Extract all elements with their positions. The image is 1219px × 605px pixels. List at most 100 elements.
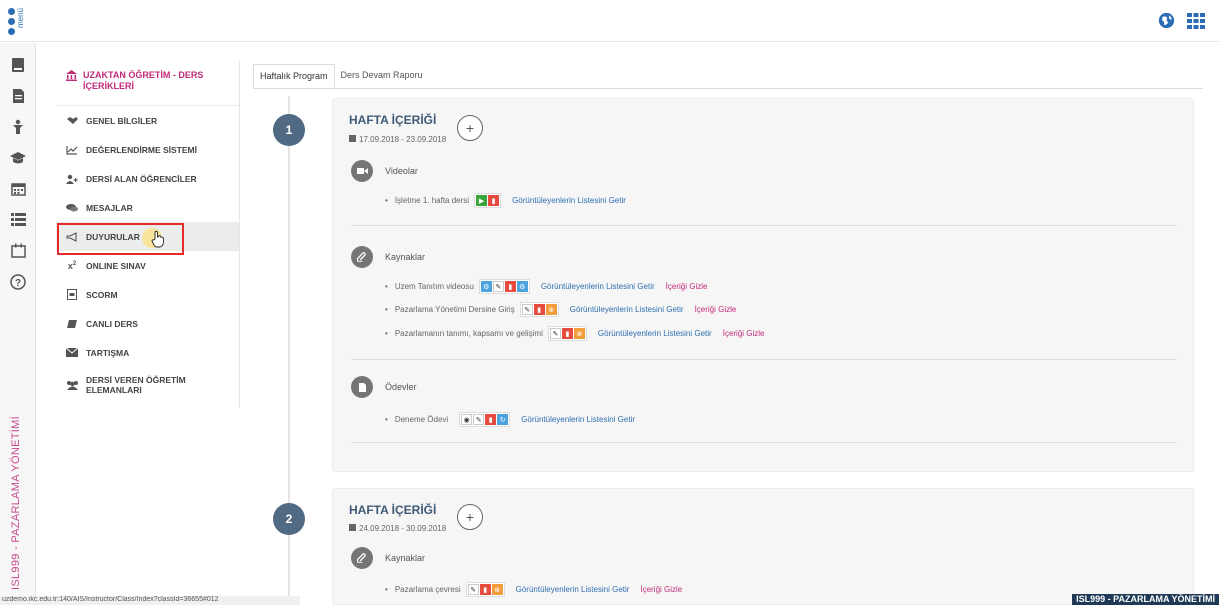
calendar-icon [349, 135, 356, 142]
week-card: HAFTA İÇERİĞİ + 17.09.2018 - 23.09.2018 … [332, 98, 1194, 472]
delete-button[interactable]: ▮ [561, 328, 573, 339]
hand-cursor-icon [142, 228, 164, 248]
menu-item-ogretim-elemanlari[interactable]: DERSİ VEREN ÖĞRETİM ELEMANLARI [56, 367, 239, 403]
section-title: Kaynaklar [385, 553, 426, 563]
menu-item-scorm[interactable]: SCORM [56, 280, 239, 309]
hide-content-link[interactable]: İçeriği Gizle [640, 585, 682, 594]
x-squared-icon: x2 [67, 260, 77, 271]
svg-text:?: ? [15, 278, 21, 289]
menu-item-label: GENEL BİLGİLER [86, 115, 158, 126]
list-item: • Pazarlamanın tanımı, kapsamı ve gelişim… [385, 326, 765, 341]
hide-content-link[interactable]: İçeriği Gizle [666, 282, 708, 291]
globe-icon[interactable] [1158, 12, 1175, 34]
upload-button[interactable]: ⊕ [491, 584, 503, 595]
view-eye-button[interactable]: ◉ [461, 414, 473, 425]
scorm-icon [66, 289, 78, 300]
list-item: • İşletme 1. hafta dersi ▶ ▮ Görüntüleyenl… [385, 193, 626, 208]
hide-content-link[interactable]: İçeriği Gizle [695, 305, 737, 314]
envelope-icon [66, 348, 78, 357]
delete-button[interactable]: ▮ [533, 304, 545, 315]
video-camera-icon [351, 160, 373, 182]
edit-button[interactable]: ✎ [492, 281, 504, 292]
edit-button[interactable]: ✎ [467, 584, 479, 595]
viewers-list-link[interactable]: Görüntüleyenlerin Listesini Getir [598, 329, 712, 338]
list-item: • Deneme Ödevi ◉ ✎ ▮ ↻ Görüntüleyenlerin Lis… [385, 412, 635, 427]
menu-item-label: TARTIŞMA [86, 347, 130, 358]
chart-line-icon [66, 145, 78, 155]
menu-item-degerlendirme[interactable]: DEĞERLENDİRME SİSTEMİ [56, 135, 239, 164]
tab-haftalik-program[interactable]: Haftalık Program [253, 64, 335, 88]
menu-item-canli-ders[interactable]: CANLI DERS [56, 309, 239, 338]
settings-button[interactable]: ⚙ [516, 281, 528, 292]
viewers-list-link[interactable]: Görüntüleyenlerin Listesini Getir [512, 196, 626, 205]
upload-button[interactable]: ⊕ [573, 328, 585, 339]
person-icon[interactable] [0, 111, 36, 142]
menu-item-online-sinav[interactable]: x2 ONLINE SINAV [56, 251, 239, 280]
course-menu-title: UZAKTAN ÖĞRETİM - DERS İÇERİKLERİ [83, 70, 204, 91]
list-item: • Pazarlama çevresi ✎ ▮ ⊕ Görüntüleyenlerin… [385, 582, 682, 597]
status-url: uzdemo.ikc.edu.tr:140/AIS/Instructor/Cla… [0, 596, 300, 605]
file-icon [351, 376, 373, 398]
menu-item-label: ONLINE SINAV [86, 260, 146, 271]
week-title: HAFTA İÇERİĞİ [349, 503, 437, 517]
settings-button[interactable]: ⚙ [480, 281, 492, 292]
list-item: • Pazarlama Yönetimi Dersine Giriş ✎ ▮ ⊕ Gö… [385, 302, 736, 317]
play-button[interactable]: ▶ [476, 195, 488, 206]
upload-button[interactable]: ⊕ [545, 304, 557, 315]
menu-item-label: CANLI DERS [86, 318, 138, 329]
book-icon[interactable] [0, 49, 36, 80]
graduation-cap-icon[interactable] [0, 142, 36, 173]
hide-content-link[interactable]: İçeriği Gizle [723, 329, 765, 338]
viewers-list-link[interactable]: Görüntüleyenlerin Listesini Getir [521, 415, 635, 424]
week-title: HAFTA İÇERİĞİ [349, 113, 437, 127]
calendar-icon [349, 524, 356, 531]
menu-item-label: MESAJLAR [86, 202, 133, 213]
menu-toggle[interactable]: menü [6, 2, 34, 38]
document-icon[interactable] [0, 80, 36, 111]
section-title: Ödevler [385, 382, 417, 392]
calendar-outline-icon[interactable] [0, 235, 36, 266]
week-date: 17.09.2018 - 23.09.2018 [349, 135, 446, 144]
delete-button[interactable]: ▮ [504, 281, 516, 292]
users-add-icon [66, 174, 78, 184]
delete-button[interactable]: ▮ [488, 195, 500, 206]
add-content-button[interactable]: + [457, 504, 483, 530]
handshake-icon [66, 116, 78, 125]
menu-item-tartisma[interactable]: TARTIŞMA [56, 338, 239, 367]
apps-grid-icon[interactable] [1187, 12, 1205, 34]
section-title: Kaynaklar [385, 252, 426, 262]
menu-item-label: DERSİ VEREN ÖĞRETİM ELEMANLARI [86, 375, 186, 395]
course-footer-badge: ISL999 - PAZARLAMA YÖNETİMİ [1072, 594, 1219, 605]
viewers-list-link[interactable]: Görüntüleyenlerin Listesini Getir [570, 305, 684, 314]
section-title: Videolar [385, 166, 418, 176]
book-icon [66, 319, 78, 329]
group-icon [66, 380, 78, 390]
course-vertical-title: ISL999 - PAZARLAMA YÖNETİMİ [10, 416, 22, 590]
edit-button[interactable]: ✎ [549, 328, 561, 339]
section-divider [351, 359, 1177, 360]
help-icon[interactable]: ? [0, 266, 36, 297]
week-card: HAFTA İÇERİĞİ + 24.09.2018 - 30.09.2018 … [332, 488, 1194, 605]
list-item: • Uzem Tanıtım videosu ⚙ ✎ ▮ ⚙ Görüntüleyenl… [385, 279, 707, 294]
edit-button[interactable]: ✎ [521, 304, 533, 315]
menu-item-label: DERSİ ALAN ÖĞRENCİLER [86, 173, 197, 184]
edit-button[interactable]: ✎ [473, 414, 485, 425]
delete-button[interactable]: ▮ [485, 414, 497, 425]
top-bar: menü [0, 0, 1219, 42]
menu-item-mesajlar[interactable]: MESAJLAR [56, 193, 239, 222]
list-icon[interactable] [0, 204, 36, 235]
menu-item-label: DEĞERLENDİRME SİSTEMİ [86, 144, 197, 155]
section-divider [351, 225, 1177, 226]
tab-ders-devam-raporu[interactable]: Ders Devam Raporu [335, 64, 429, 88]
menu-item-ogrenciler[interactable]: DERSİ ALAN ÖĞRENCİLER [56, 164, 239, 193]
refresh-button[interactable]: ↻ [497, 414, 509, 425]
delete-button[interactable]: ▮ [479, 584, 491, 595]
bank-icon [66, 70, 77, 105]
paperclip-icon [351, 246, 373, 268]
menu-item-genel-bilgiler[interactable]: GENEL BİLGİLER [56, 106, 239, 135]
week-date: 24.09.2018 - 30.09.2018 [349, 524, 446, 533]
calendar-icon[interactable] [0, 173, 36, 204]
add-content-button[interactable]: + [457, 115, 483, 141]
viewers-list-link[interactable]: Görüntüleyenlerin Listesini Getir [516, 585, 630, 594]
viewers-list-link[interactable]: Görüntüleyenlerin Listesini Getir [541, 282, 655, 291]
